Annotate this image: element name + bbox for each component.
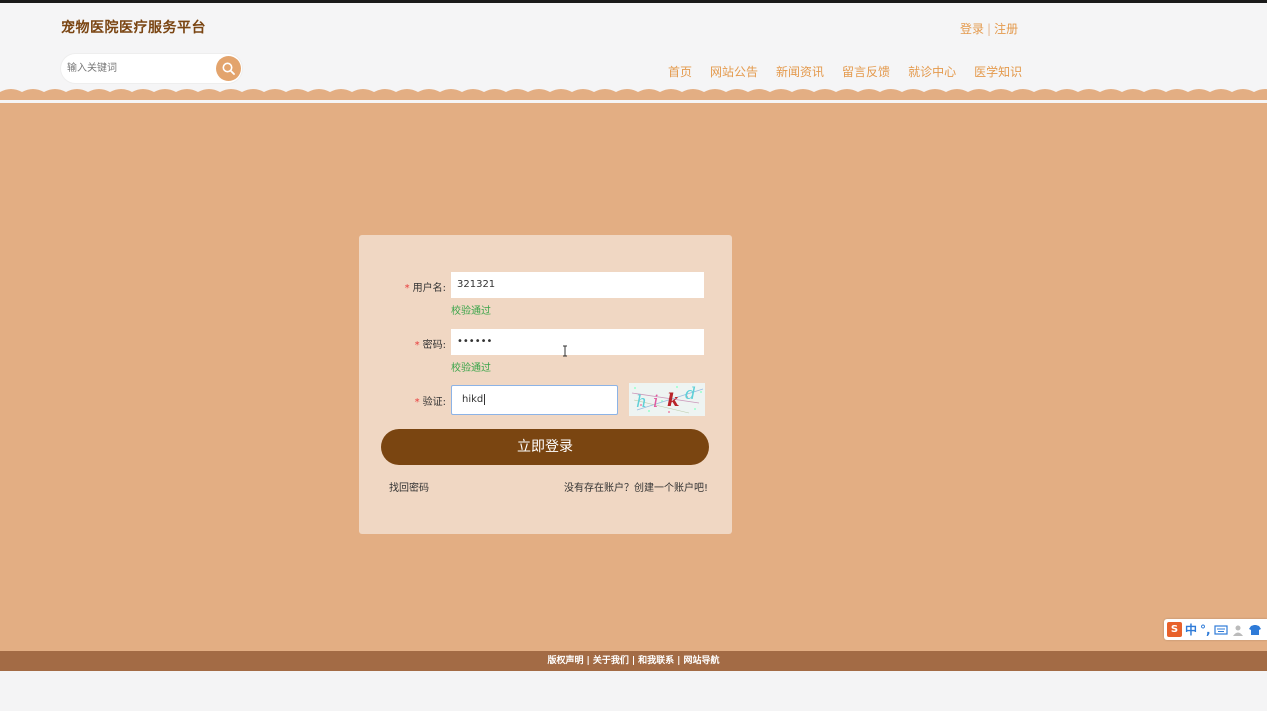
site-title: 宠物医院医疗服务平台 [61,20,206,36]
footer-link-copyright[interactable]: 版权声明 [548,656,584,666]
password-label: * 密码: [401,336,446,351]
header-wave-divider [0,89,1267,100]
captcha-image[interactable]: h i k d [629,383,705,416]
search-icon [222,62,235,75]
captcha-char: k [667,390,679,411]
footer-link-sitemap[interactable]: 网站导航 [683,656,719,666]
ime-mode-toggle[interactable]: 中 [1185,621,1197,638]
password-label-text: 密码: [422,340,446,351]
required-mark: * [414,340,420,351]
register-link[interactable]: 注册 [994,22,1018,36]
main-nav: 首页 网站公告 新闻资讯 留言反馈 就诊中心 医学知识 [668,63,1022,80]
captcha-char: d [685,384,696,404]
captcha-field[interactable]: hikd [451,385,618,415]
ime-toolbar[interactable]: S 中 °, [1164,619,1267,640]
captcha-field-value: hikd [462,394,484,405]
site-footer: 版权声明 | 关于我们 | 和我联系 | 网站导航 [0,651,1267,671]
footer-link-about[interactable]: 关于我们 [593,656,629,666]
username-label-text: 用户名: [412,283,446,294]
username-validation-status: 校验通过 [451,306,491,317]
required-mark: * [414,397,420,408]
username-label: * 用户名: [401,279,446,294]
login-card: * 用户名: 321321 校验通过 * 密码: •••••• 校验通过 * 验证: … [359,235,732,534]
footer-separator: | [677,656,681,666]
page-bottom-area [0,671,1267,711]
nav-item-home[interactable]: 首页 [668,63,692,80]
keyboard-icon[interactable] [1213,623,1228,637]
captcha-char: i [653,392,658,412]
nav-item-feedback[interactable]: 留言反馈 [842,63,890,80]
search-button[interactable] [216,56,241,81]
auth-links: 登录 | 注册 [960,20,1018,37]
auth-separator: | [987,22,992,36]
required-mark: * [404,283,410,294]
password-validation-status: 校验通过 [451,363,491,374]
nav-item-news[interactable]: 新闻资讯 [776,63,824,80]
user-icon[interactable] [1231,623,1245,637]
username-field[interactable]: 321321 [451,272,704,298]
ime-logo[interactable]: S [1167,622,1182,637]
shirt-icon[interactable] [1248,623,1262,637]
footer-link-contact[interactable]: 和我联系 [638,656,674,666]
ibeam-cursor-icon [563,345,567,357]
create-account-link[interactable]: 没有存在账户？创建一个账户吧! [564,479,708,494]
nav-item-announcements[interactable]: 网站公告 [710,63,758,80]
search-box [61,54,242,83]
footer-separator: | [586,656,590,666]
search-input[interactable] [67,59,207,78]
ime-punctuation-toggle[interactable]: °, [1200,623,1211,637]
footer-separator: | [631,656,636,666]
captcha-char: h [636,392,647,412]
password-field[interactable]: •••••• [451,329,704,355]
text-caret [484,393,486,405]
forgot-password-link[interactable]: 找回密码 [389,479,429,494]
captcha-label-text: 验证: [422,397,446,408]
nav-item-consultation[interactable]: 就诊中心 [908,63,956,80]
login-link[interactable]: 登录 [960,22,984,36]
nav-item-medical-knowledge[interactable]: 医学知识 [974,63,1022,80]
captcha-label: * 验证: [401,393,446,408]
login-submit-button[interactable]: 立即登录 [381,429,709,465]
